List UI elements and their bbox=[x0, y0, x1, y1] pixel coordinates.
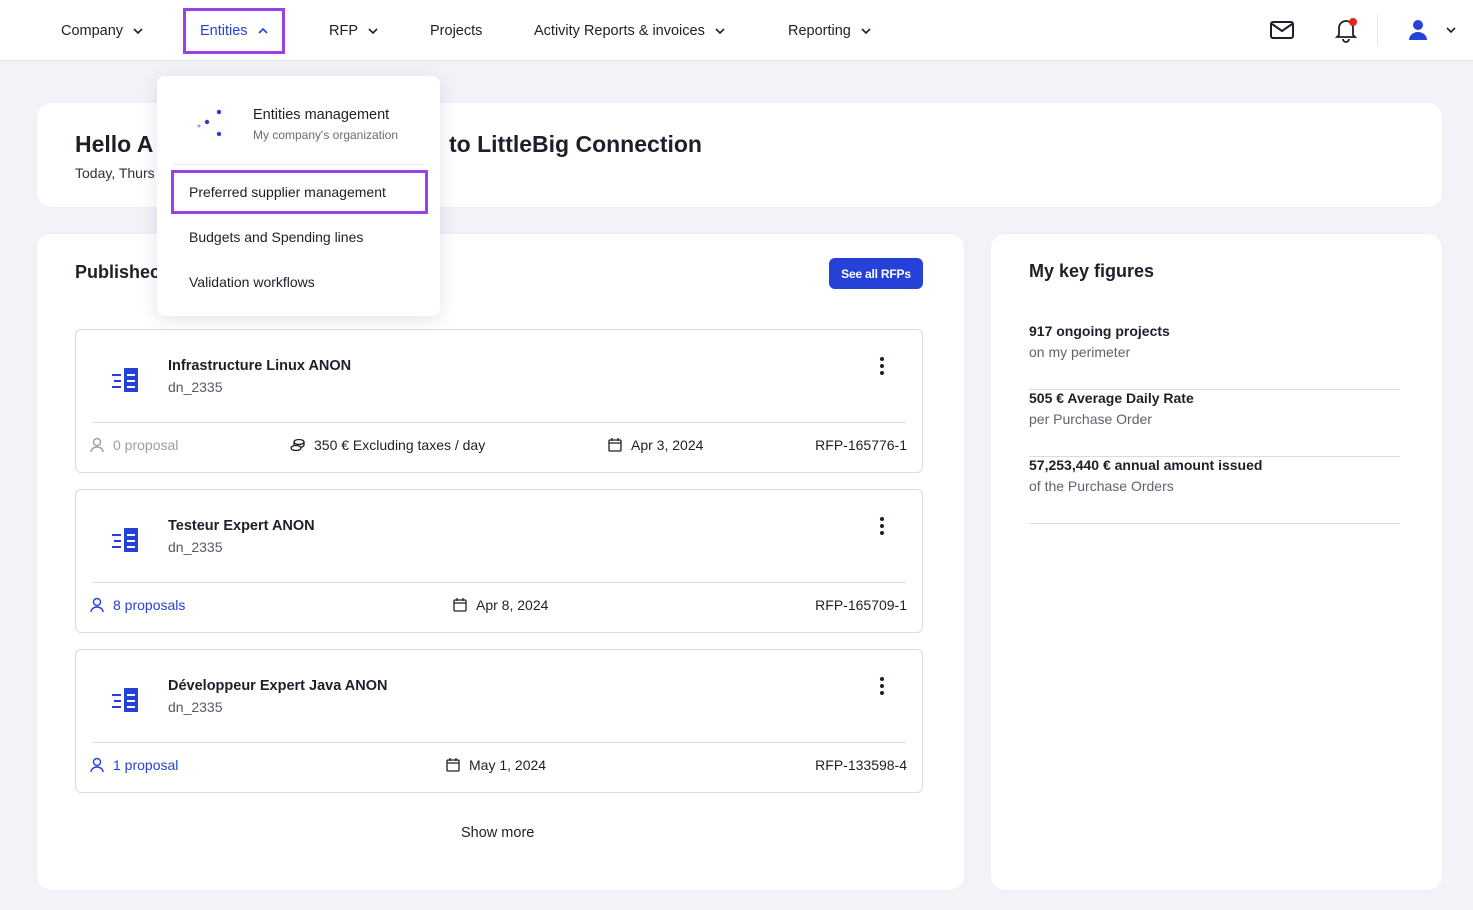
key-figure-value: 505 € Average Daily Rate bbox=[1029, 390, 1194, 406]
bell-icon[interactable] bbox=[1333, 17, 1359, 43]
nav-reporting-label: Reporting bbox=[788, 23, 851, 39]
rfp-date: Apr 3, 2024 bbox=[607, 437, 703, 453]
nav-company-label: Company bbox=[61, 23, 124, 39]
rfp-title[interactable]: Développeur Expert Java ANON bbox=[168, 678, 387, 694]
nav-projects[interactable]: Projects bbox=[430, 8, 482, 54]
key-figure-value: 917 ongoing projects bbox=[1029, 323, 1170, 339]
rfp-date: Apr 8, 2024 bbox=[452, 597, 548, 613]
top-navigation: Company Entities RFP Projects Activity R… bbox=[0, 0, 1473, 61]
organization-icon bbox=[197, 109, 222, 137]
key-figure-caption: of the Purchase Orders bbox=[1029, 478, 1174, 494]
rfp-rate: 350 € Excluding taxes / day bbox=[290, 437, 485, 453]
key-figure-item: 505 € Average Daily Rate per Purchase Or… bbox=[1029, 390, 1400, 457]
rate-value: 350 € Excluding taxes / day bbox=[314, 437, 486, 453]
key-figures-heading: My key figures bbox=[1029, 261, 1155, 281]
notification-dot bbox=[1349, 18, 1357, 26]
person-icon bbox=[90, 597, 104, 613]
coins-icon bbox=[290, 438, 305, 452]
rfp-subtitle: dn_2335 bbox=[168, 699, 223, 715]
chevron-down-icon bbox=[133, 28, 143, 35]
date-value: May 1, 2024 bbox=[469, 757, 547, 773]
see-all-rfps-button[interactable]: See all RFPs bbox=[829, 258, 923, 289]
document-icon bbox=[112, 688, 138, 712]
rfp-proposals[interactable]: 8 proposals bbox=[89, 597, 185, 613]
proposal-count-link[interactable]: 1 proposal bbox=[113, 757, 178, 773]
preferred-supplier-management-item[interactable]: Preferred supplier management bbox=[171, 170, 428, 214]
nav-divider bbox=[1377, 14, 1378, 46]
nav-rfp[interactable]: RFP bbox=[329, 8, 378, 54]
chevron-down-icon bbox=[861, 28, 871, 35]
key-figure-caption: on my perimeter bbox=[1029, 344, 1131, 360]
nav-rfp-label: RFP bbox=[329, 23, 358, 39]
welcome-date: Today, Thurs bbox=[75, 165, 155, 181]
dropdown-separator bbox=[173, 164, 424, 165]
date-value: Apr 3, 2024 bbox=[631, 437, 704, 453]
person-icon bbox=[90, 757, 104, 773]
document-icon bbox=[112, 528, 138, 552]
entities-management-subtitle: My company's organization bbox=[253, 128, 399, 142]
nav-company[interactable]: Company bbox=[61, 8, 143, 54]
chevron-down-icon[interactable] bbox=[1446, 25, 1456, 35]
published-rfps-card: Publishec See all RFPs Infrastructure Li… bbox=[37, 234, 964, 890]
rfp-subtitle: dn_2335 bbox=[168, 539, 223, 555]
rfp-title[interactable]: Infrastructure Linux ANON bbox=[168, 358, 351, 374]
rfp-reference: RFP-133598-4 bbox=[815, 757, 907, 773]
calendar-icon bbox=[453, 598, 467, 612]
document-icon bbox=[112, 368, 138, 392]
validation-workflows-item[interactable]: Validation workflows bbox=[189, 274, 315, 290]
more-options-icon[interactable] bbox=[875, 516, 889, 536]
nav-entities[interactable]: Entities bbox=[183, 8, 285, 54]
proposal-count-link[interactable]: 8 proposals bbox=[113, 597, 185, 613]
rfps-heading: Publishec bbox=[75, 262, 161, 282]
budgets-spending-lines-item[interactable]: Budgets and Spending lines bbox=[189, 229, 363, 245]
nav-activity-reports-label: Activity Reports & invoices bbox=[534, 23, 705, 39]
rfp-list-item[interactable]: Développeur Expert Java ANON dn_2335 1 p… bbox=[75, 649, 923, 793]
key-figure-item: 917 ongoing projects on my perimeter bbox=[1029, 323, 1400, 390]
rfp-list-item[interactable]: Testeur Expert ANON dn_2335 8 proposals … bbox=[75, 489, 923, 633]
key-figure-value: 57,253,440 € annual amount issued bbox=[1029, 457, 1263, 473]
key-figure-item: 57,253,440 € annual amount issued of the… bbox=[1029, 457, 1400, 524]
nav-projects-label: Projects bbox=[430, 23, 483, 39]
welcome-title: Hello A bbox=[75, 131, 154, 157]
rfp-reference: RFP-165776-1 bbox=[815, 437, 907, 453]
nav-reporting[interactable]: Reporting bbox=[788, 8, 871, 54]
rfp-date: May 1, 2024 bbox=[445, 757, 546, 773]
rfp-separator bbox=[92, 742, 906, 743]
rfp-separator bbox=[92, 422, 906, 423]
entities-dropdown-menu: Entities management My company's organiz… bbox=[157, 76, 440, 316]
date-value: Apr 8, 2024 bbox=[476, 597, 549, 613]
user-icon[interactable] bbox=[1405, 17, 1431, 43]
show-more-link[interactable]: Show more bbox=[461, 825, 534, 841]
chevron-up-icon bbox=[257, 27, 268, 34]
rfp-subtitle: dn_2335 bbox=[168, 379, 223, 395]
person-icon bbox=[90, 437, 104, 453]
mail-icon[interactable] bbox=[1269, 17, 1295, 43]
more-options-icon[interactable] bbox=[875, 676, 889, 696]
chevron-down-icon bbox=[368, 28, 378, 35]
nav-activity-reports[interactable]: Activity Reports & invoices bbox=[534, 8, 725, 54]
rfp-reference: RFP-165709-1 bbox=[815, 597, 907, 613]
calendar-icon bbox=[446, 758, 460, 772]
key-figure-caption: per Purchase Order bbox=[1029, 411, 1152, 427]
calendar-icon bbox=[608, 438, 622, 452]
chevron-down-icon bbox=[715, 28, 725, 35]
rfp-proposals: 0 proposal bbox=[89, 437, 178, 453]
more-options-icon[interactable] bbox=[875, 356, 889, 376]
nav-entities-label: Entities bbox=[200, 23, 248, 39]
proposal-count: 0 proposal bbox=[113, 437, 179, 453]
rfp-separator bbox=[92, 582, 906, 583]
key-figures-card: My key figures 917 ongoing projects on m… bbox=[991, 234, 1442, 890]
entities-management-item[interactable]: Entities management My company's organiz… bbox=[157, 76, 440, 164]
rfp-list-item[interactable]: Infrastructure Linux ANON dn_2335 0 prop… bbox=[75, 329, 923, 473]
entities-management-title: Entities management bbox=[253, 107, 390, 123]
rfp-proposals[interactable]: 1 proposal bbox=[89, 757, 178, 773]
welcome-title-end: to LittleBig Connection bbox=[449, 131, 702, 157]
rfp-title[interactable]: Testeur Expert ANON bbox=[168, 518, 315, 534]
